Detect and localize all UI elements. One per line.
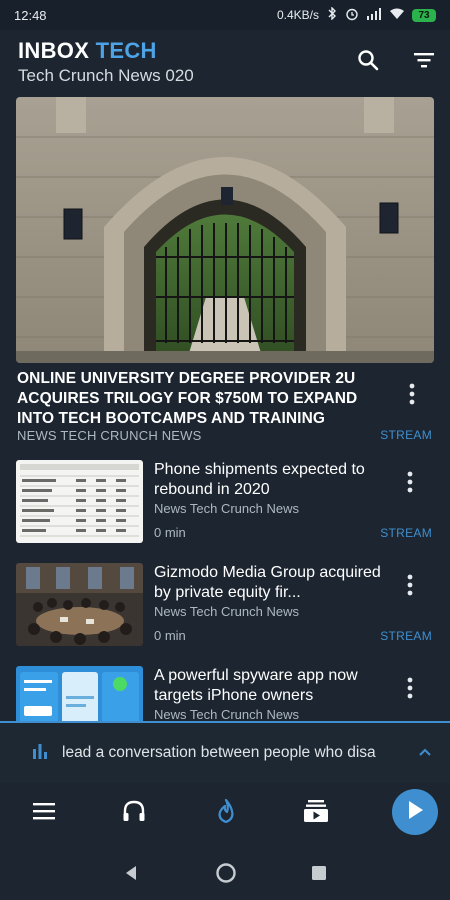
nav-podcasts-button[interactable]: [118, 797, 150, 829]
hero-article-source: NEWS TECH CRUNCH NEWS: [17, 428, 202, 443]
article-duration: 0 min: [154, 628, 186, 643]
article-source: News Tech Crunch News: [154, 501, 299, 516]
now-playing-bar[interactable]: lead a conversation between people who d…: [0, 721, 450, 783]
status-indicators: 0.4KB/s 73: [276, 6, 436, 24]
stream-button[interactable]: STREAM: [380, 629, 432, 643]
article-item[interactable]: A powerful spyware app now targets iPhon…: [0, 666, 450, 721]
signal-icon: [366, 7, 382, 23]
alarm-icon: [345, 7, 359, 24]
status-time: 12:48: [14, 7, 47, 23]
app-header: INBOX TECH Tech Crunch News 020: [0, 30, 450, 96]
article-thumbnail: [16, 563, 143, 646]
filter-icon: [414, 52, 434, 73]
hero-article-image[interactable]: [16, 97, 434, 363]
article-title[interactable]: Phone shipments expected to rebound in 2…: [154, 460, 382, 500]
play-icon: [406, 800, 424, 825]
inbox-play-icon: [303, 799, 329, 828]
system-navigation: [0, 843, 450, 900]
article-source: News Tech Crunch News: [154, 604, 299, 619]
network-speed: 0.4KB/s: [276, 8, 319, 22]
system-recents-button[interactable]: [307, 861, 331, 885]
filter-button[interactable]: [408, 46, 440, 78]
battery-indicator: 73: [412, 8, 436, 22]
stream-button[interactable]: STREAM: [380, 526, 432, 540]
article-source: News Tech Crunch News: [154, 707, 299, 721]
article-item[interactable]: Gizmodo Media Group acquired by private …: [0, 563, 450, 663]
nav-trending-button[interactable]: [210, 797, 242, 829]
search-button[interactable]: [352, 46, 384, 78]
audio-bars-icon: [32, 743, 48, 764]
article-more-button[interactable]: [398, 674, 422, 704]
menu-icon: [33, 802, 55, 825]
more-vertical-icon: [398, 574, 422, 605]
chevron-up-icon: [419, 748, 431, 756]
more-vertical-icon: [398, 471, 422, 502]
recents-icon: [312, 866, 326, 880]
nav-menu-button[interactable]: [28, 797, 60, 829]
app-title-part1: INBOX: [18, 38, 90, 63]
article-title[interactable]: Gizmodo Media Group acquired by private …: [154, 563, 382, 603]
bluetooth-icon: [326, 6, 338, 23]
system-home-button[interactable]: [214, 861, 238, 885]
headphones-icon: [122, 800, 146, 827]
bottom-navigation: [0, 783, 450, 843]
flame-icon: [216, 798, 236, 828]
system-back-button[interactable]: [119, 861, 143, 885]
article-title[interactable]: A powerful spyware app now targets iPhon…: [154, 666, 382, 706]
expand-player-button[interactable]: [418, 744, 432, 762]
hero-stream-button[interactable]: STREAM: [380, 428, 432, 442]
hero-more-button[interactable]: [400, 380, 424, 410]
home-icon: [216, 863, 236, 883]
article-item[interactable]: Phone shipments expected to rebound in 2…: [0, 460, 450, 560]
article-thumbnail: [16, 666, 143, 721]
search-icon: [357, 49, 379, 76]
more-vertical-icon: [398, 677, 422, 708]
now-playing-text: lead a conversation between people who d…: [62, 744, 376, 761]
article-thumbnail: [16, 460, 143, 543]
back-icon: [126, 866, 136, 880]
wifi-icon: [389, 8, 405, 23]
nav-inbox-button[interactable]: [300, 797, 332, 829]
more-vertical-icon: [400, 383, 424, 414]
hero-article-title[interactable]: ONLINE UNIVERSITY DEGREE PROVIDER 2U ACQ…: [17, 369, 387, 429]
article-more-button[interactable]: [398, 468, 422, 498]
app-title-part2: TECH: [95, 38, 157, 63]
play-button[interactable]: [392, 789, 438, 835]
status-bar: 12:48 0.4KB/s 73: [0, 0, 450, 30]
article-more-button[interactable]: [398, 571, 422, 601]
article-duration: 0 min: [154, 525, 186, 540]
